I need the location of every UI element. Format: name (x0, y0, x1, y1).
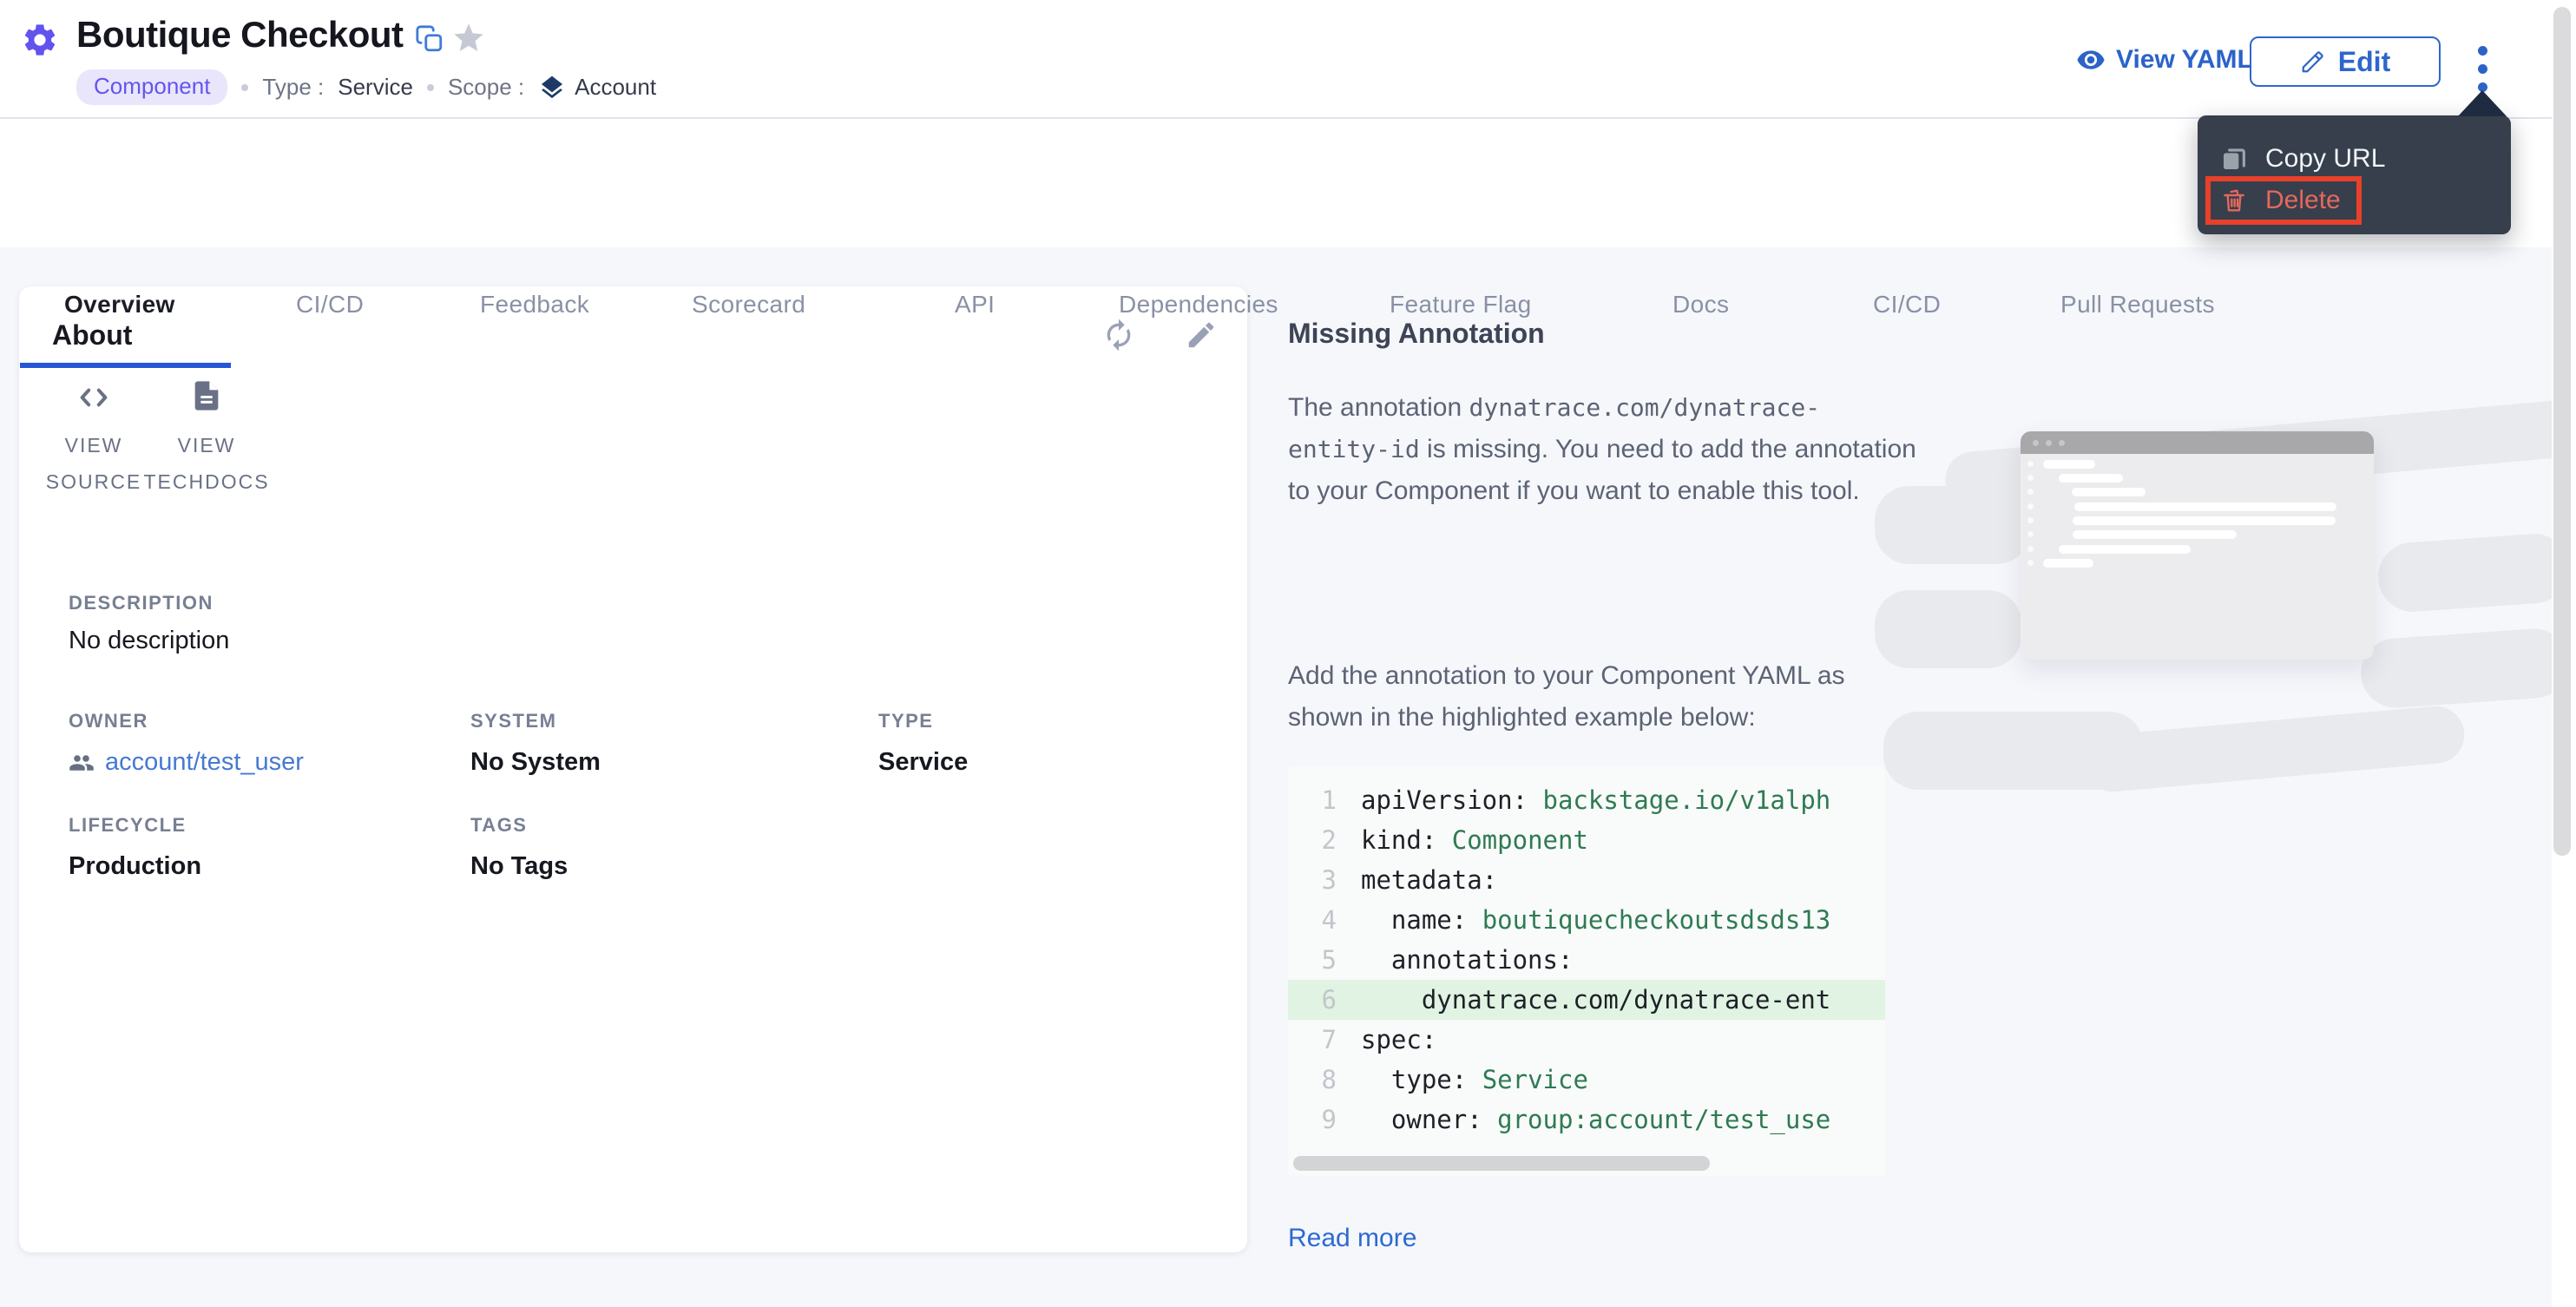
trash-icon (2220, 187, 2248, 214)
entity-header: Boutique Checkout Component Type : Servi… (0, 0, 2552, 119)
code-line: 1apiVersion: backstage.io/v1alph (1288, 780, 1885, 820)
view-techdocs-button[interactable]: VIEWTECHDOCS (149, 377, 264, 500)
separator-dot (427, 84, 434, 91)
code-line: 8 type: Service (1288, 1060, 1885, 1100)
code-line: 3metadata: (1288, 860, 1885, 900)
yaml-code-rows: 1apiVersion: backstage.io/v1alph 2kind: … (1288, 780, 1885, 1140)
description-value: No description (69, 627, 229, 655)
entity-tabs-bar: Overview CI/CD Feedback Scorecard API De… (0, 121, 2552, 247)
vertical-scrollbar-track[interactable] (2552, 0, 2576, 1307)
view-source-label: VIEWSOURCE (46, 427, 141, 500)
owner-link[interactable]: account/test_user (69, 748, 304, 777)
type-value: Service (338, 74, 413, 101)
type-field-value: Service (878, 748, 968, 777)
pencil-icon (2300, 49, 2326, 75)
owner-label: OWNER (69, 710, 148, 732)
menu-item-copy-url[interactable]: Copy URL (2198, 138, 2511, 180)
tab-pull-requests[interactable]: Pull Requests (2060, 291, 2215, 319)
code-line: 5 annotations: (1288, 940, 1885, 980)
group-people-icon (69, 750, 95, 776)
copy-url-label: Copy URL (2265, 144, 2385, 174)
layers-icon (538, 74, 566, 102)
refresh-icon[interactable] (1098, 314, 1140, 356)
copy-url-icon (2220, 145, 2248, 173)
entity-overview-page: Boutique Checkout Component Type : Servi… (0, 0, 2576, 1307)
tab-api[interactable]: API (955, 291, 995, 319)
document-icon (189, 377, 224, 415)
tags-value: No Tags (470, 852, 568, 881)
code-line: 4 name: boutiquecheckoutsdsds13 (1288, 900, 1885, 940)
entity-meta-row: Component Type : Service Scope : Account (76, 69, 656, 105)
view-source-button[interactable]: VIEWSOURCE (36, 380, 151, 500)
code-line-highlighted: 6 dynatrace.com/dynatrace-ent (1288, 980, 1885, 1020)
owner-value: account/test_user (105, 748, 304, 777)
system-label: SYSTEM (470, 710, 556, 732)
system-value: No System (470, 748, 601, 777)
type-field-label: TYPE (878, 710, 933, 732)
about-card-title: About (52, 319, 132, 351)
edit-button-label: Edit (2338, 46, 2390, 78)
tags-label: TAGS (470, 814, 527, 837)
kind-badge: Component (76, 69, 227, 105)
description-label: DESCRIPTION (69, 592, 214, 614)
lifecycle-value: Production (69, 852, 201, 881)
tab-feature-flag[interactable]: Feature Flag (1390, 291, 1532, 319)
view-yaml-label: View YAML (2116, 45, 2253, 75)
menu-item-delete[interactable]: Delete (2198, 180, 2511, 221)
menu-caret (2458, 90, 2507, 116)
tab-overview[interactable]: Overview (64, 291, 175, 319)
more-options-kebab-button[interactable] (2463, 42, 2501, 95)
view-techdocs-label: VIEWTECHDOCS (143, 427, 269, 500)
add-annotation-paragraph: Add the annotation to your Component YAM… (1288, 655, 1922, 739)
separator-dot (241, 84, 248, 91)
code-line: 9 owner: group:account/test_use (1288, 1100, 1885, 1140)
edit-button[interactable]: Edit (2250, 36, 2441, 87)
mock-editor-window (2021, 431, 2374, 660)
more-options-menu: Copy URL Delete (2198, 115, 2511, 234)
yaml-code-block: 1apiVersion: backstage.io/v1alph 2kind: … (1288, 766, 1885, 1177)
copy-name-icon[interactable] (415, 24, 444, 54)
tab-scorecard[interactable]: Scorecard (692, 291, 805, 319)
view-yaml-button[interactable]: View YAML (2076, 45, 2253, 75)
about-card: About VIEWSOURCE VIEWTECHDOCS DESCRIPTIO… (19, 286, 1247, 1252)
tab-docs[interactable]: Docs (1672, 291, 1729, 319)
tab-feedback[interactable]: Feedback (480, 291, 589, 319)
mock-window-titlebar (2021, 431, 2374, 454)
read-more-link[interactable]: Read more (1288, 1224, 1416, 1253)
type-label: Type : (262, 74, 324, 101)
tab-dependencies[interactable]: Dependencies (1119, 291, 1278, 319)
missing-annotation-title: Missing Annotation (1288, 318, 1545, 350)
eye-icon (2076, 45, 2106, 75)
component-gear-icon (21, 21, 59, 59)
code-line: 7spec: (1288, 1020, 1885, 1060)
missing-annotation-paragraph: The annotation dynatrace.com/dynatrace-e… (1288, 387, 1922, 512)
tab-cicd-2[interactable]: CI/CD (1873, 291, 1941, 319)
edit-about-pencil-icon[interactable] (1180, 314, 1222, 356)
lifecycle-label: LIFECYCLE (69, 814, 187, 837)
delete-label: Delete (2265, 186, 2341, 215)
scope-value: Account (575, 74, 656, 101)
vertical-scrollbar-thumb[interactable] (2553, 7, 2571, 856)
code-horizontal-scrollbar[interactable] (1293, 1156, 1710, 1171)
scope-value-wrap: Account (538, 74, 656, 102)
code-editor-illustration (1892, 373, 2560, 755)
favorite-star-icon[interactable] (451, 21, 486, 56)
code-brackets-icon (75, 380, 113, 415)
scope-label: Scope : (448, 74, 524, 101)
tab-cicd[interactable]: CI/CD (296, 291, 364, 319)
code-line: 2kind: Component (1288, 820, 1885, 860)
active-tab-underline (20, 363, 231, 368)
page-title: Boutique Checkout (76, 14, 404, 56)
